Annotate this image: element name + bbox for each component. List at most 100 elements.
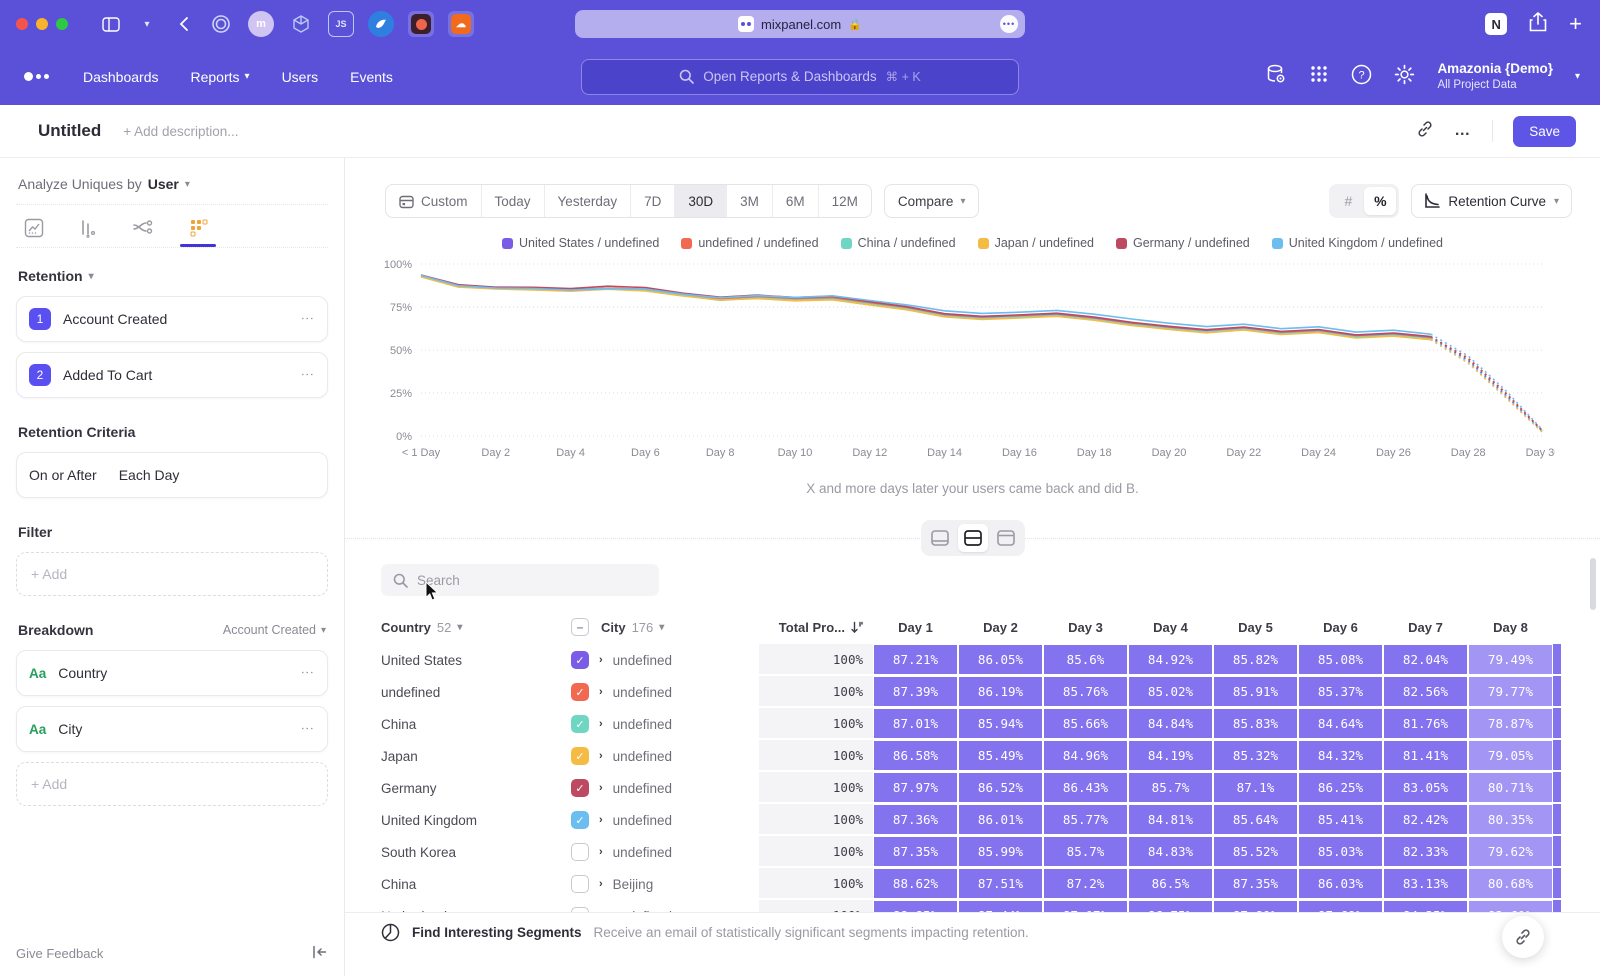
chart-type-dropdown[interactable]: Retention Curve ▾ (1411, 184, 1572, 218)
cell-day-3[interactable]: 85.77% (1043, 804, 1128, 836)
browser-back-icon[interactable] (172, 13, 194, 35)
retention-curve-chart[interactable]: 100%75%50%25%0%< 1 DayDay 2Day 4Day 6Day… (375, 254, 1555, 466)
cell-day-1[interactable]: 86.58% (873, 740, 958, 772)
cell-day-3[interactable]: 85.76% (1043, 676, 1128, 708)
breakdown-scope-dropdown[interactable]: Account Created ▾ (223, 623, 326, 637)
cell-day-6[interactable]: 86.03% (1298, 868, 1383, 900)
cell-day-2[interactable]: 85.94% (958, 708, 1043, 740)
cell-day-6[interactable]: 84.64% (1298, 708, 1383, 740)
nav-item-events[interactable]: Events (350, 69, 393, 85)
cell-day-2[interactable]: 86.19% (958, 676, 1043, 708)
cell-day-5[interactable]: 85.32% (1213, 740, 1298, 772)
cell-day-6[interactable]: 85.08% (1298, 644, 1383, 676)
minimize-window-button[interactable] (36, 18, 48, 30)
range-today[interactable]: Today (482, 185, 545, 217)
cell-day-1[interactable]: 87.36% (873, 804, 958, 836)
tab-retention[interactable] (188, 218, 208, 247)
legend-item[interactable]: United Kingdom / undefined (1272, 236, 1443, 250)
collapse-sidebar-icon[interactable] (312, 945, 328, 962)
row-checkbox[interactable]: ✓ (571, 747, 589, 765)
absolute-number-toggle[interactable]: # (1332, 187, 1364, 215)
cell-day-4[interactable]: 84.19% (1128, 740, 1213, 772)
cell-day-5[interactable]: 85.91% (1213, 676, 1298, 708)
cell-day-4[interactable]: 84.83% (1128, 836, 1213, 868)
cell-day-8[interactable]: 80.35% (1468, 804, 1553, 836)
compare-button[interactable]: Compare ▾ (884, 184, 980, 218)
cell-day-7[interactable]: 82.56% (1383, 676, 1468, 708)
save-button[interactable]: Save (1513, 116, 1576, 147)
column-header-country[interactable]: Country 52 ▾ (381, 620, 571, 635)
project-switcher[interactable]: Amazonia {Demo} All Project Data (1437, 61, 1553, 92)
retention-section-title[interactable]: Retention (18, 268, 83, 284)
cell-day-5[interactable]: 85.52% (1213, 836, 1298, 868)
row-checkbox[interactable]: ✓ (571, 683, 589, 701)
column-header-total[interactable]: Total Pro... (759, 620, 873, 635)
cell-day-4[interactable]: 85.7% (1128, 772, 1213, 804)
column-header-day-7[interactable]: Day 7 (1383, 620, 1468, 635)
cell-day-5[interactable]: 85.83% (1213, 708, 1298, 740)
expand-row-icon[interactable]: › (599, 654, 603, 666)
nav-item-dashboards[interactable]: Dashboards (83, 69, 159, 85)
breakdown-item-city[interactable]: Aa City ⋮ (16, 706, 328, 752)
breakdown-property-name[interactable]: Country (58, 665, 107, 681)
cell-day-4[interactable]: 84.84% (1128, 708, 1213, 740)
add-description-field[interactable]: + Add description... (123, 124, 238, 139)
cell-day-1[interactable]: 87.01% (873, 708, 958, 740)
cell-day-4[interactable]: 85.02% (1128, 676, 1213, 708)
cell-day-4[interactable]: 84.81% (1128, 804, 1213, 836)
range-12m[interactable]: 12M (819, 185, 871, 217)
favicon-rings[interactable] (208, 11, 234, 37)
address-bar[interactable]: mixpanel.com 🔒 ••• (575, 10, 1025, 38)
step-options-icon[interactable]: ⋮ (300, 368, 315, 382)
cell-day-3[interactable]: 87.2% (1043, 868, 1128, 900)
copy-link-icon[interactable] (1416, 120, 1434, 143)
add-filter-button[interactable]: + Add (16, 552, 328, 596)
view-toggle-chart-only[interactable] (925, 524, 955, 552)
row-checkbox[interactable]: ✓ (571, 779, 589, 797)
tab-funnels[interactable] (78, 218, 98, 247)
cell-day-2[interactable]: 86.52% (958, 772, 1043, 804)
global-search-input[interactable]: Open Reports & Dashboards ⌘ + K (581, 59, 1019, 95)
column-header-day-8[interactable]: Day 8 (1468, 620, 1553, 635)
select-all-checkbox[interactable]: – (571, 618, 589, 636)
row-checkbox[interactable]: ✓ (571, 715, 589, 733)
column-header-day-4[interactable]: Day 4 (1128, 620, 1213, 635)
cell-day-8[interactable]: 79.77% (1468, 676, 1553, 708)
cell-day-6[interactable]: 85.03% (1298, 836, 1383, 868)
cell-day-6[interactable]: 86.25% (1298, 772, 1383, 804)
cell-day-4[interactable]: 86.5% (1128, 868, 1213, 900)
cell-day-8[interactable]: 79.62% (1468, 836, 1553, 868)
favicon-js[interactable]: JS (328, 11, 354, 37)
cell-day-7[interactable]: 83.05% (1383, 772, 1468, 804)
range-yesterday[interactable]: Yesterday (545, 185, 632, 217)
legend-item[interactable]: undefined / undefined (681, 236, 818, 250)
step-event-name[interactable]: Account Created (63, 311, 167, 327)
cell-day-1[interactable]: 87.35% (873, 836, 958, 868)
notion-extension-icon[interactable]: N (1485, 13, 1507, 35)
settings-gear-icon[interactable] (1394, 64, 1415, 90)
add-breakdown-button[interactable]: + Add (16, 762, 328, 806)
cell-day-5[interactable]: 85.64% (1213, 804, 1298, 836)
row-checkbox[interactable]: ✓ (571, 651, 589, 669)
tab-insights[interactable] (24, 218, 44, 247)
expand-row-icon[interactable]: › (599, 686, 603, 698)
percent-toggle[interactable]: % (1364, 187, 1396, 215)
page-settings-icon[interactable]: ••• (1000, 15, 1018, 33)
data-management-icon[interactable] (1265, 63, 1287, 90)
tab-flows[interactable] (132, 218, 154, 247)
cell-day-2[interactable]: 87.51% (958, 868, 1043, 900)
column-header-day-5[interactable]: Day 5 (1213, 620, 1298, 635)
cell-day-7[interactable]: 81.76% (1383, 708, 1468, 740)
cell-day-4[interactable]: 84.92% (1128, 644, 1213, 676)
retention-criteria-card[interactable]: On or After Each Day (16, 452, 328, 498)
breakdown-property-name[interactable]: City (58, 721, 82, 737)
cell-day-5[interactable]: 87.35% (1213, 868, 1298, 900)
legend-item[interactable]: United States / undefined (502, 236, 659, 250)
browser-sidebar-icon[interactable] (100, 13, 122, 35)
legend-item[interactable]: Japan / undefined (978, 236, 1094, 250)
breakdown-options-icon[interactable]: ⋮ (300, 722, 315, 736)
column-header-day-2[interactable]: Day 2 (958, 620, 1043, 635)
cell-day-7[interactable]: 82.33% (1383, 836, 1468, 868)
favicon-mixpanel-tab[interactable] (408, 11, 434, 37)
cell-day-7[interactable]: 83.13% (1383, 868, 1468, 900)
